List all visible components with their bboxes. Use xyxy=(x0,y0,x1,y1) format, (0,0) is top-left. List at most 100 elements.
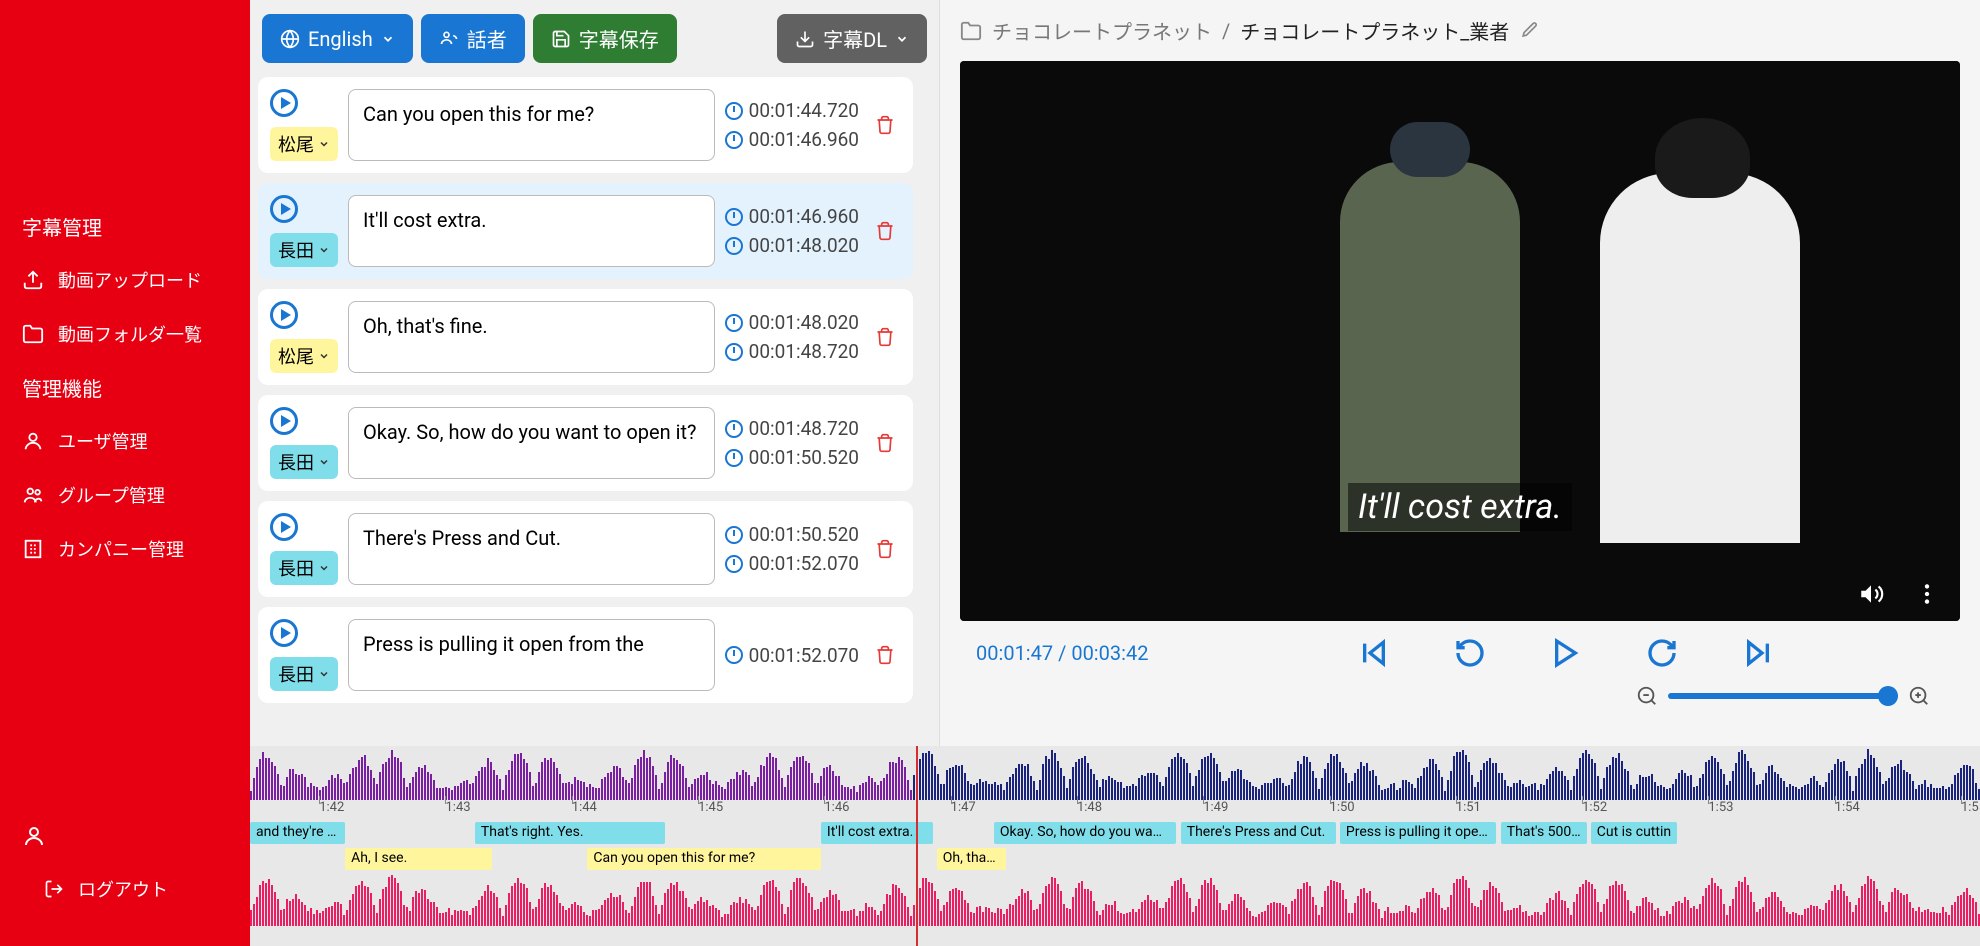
subtitle-row[interactable]: 長田 It'll cost extra. 00:01:46.960 00:01:48… xyxy=(258,183,913,279)
prev-button[interactable] xyxy=(1356,635,1392,671)
sidebar-item[interactable]: カンパニー管理 xyxy=(0,522,250,576)
zoom-slider[interactable] xyxy=(1668,693,1898,699)
delete-button[interactable] xyxy=(869,221,901,241)
timeline-segment[interactable]: Can you open this for me? xyxy=(587,848,821,870)
user-icon xyxy=(22,430,44,452)
waveform-top xyxy=(250,750,1980,800)
breadcrumb-file: チョコレートプラネット_業者 xyxy=(1240,16,1509,45)
language-select[interactable]: English xyxy=(262,14,413,63)
timeline-segment[interactable]: That's 500 yen. xyxy=(1501,822,1588,844)
logout-label: ログアウト xyxy=(78,876,168,902)
ruler-tick: 1:44 xyxy=(572,800,597,815)
segment-track-2[interactable]: Ah, I see. Can you open this for me? Oh, t… xyxy=(250,848,1980,872)
subtitle-text-input[interactable]: Can you open this for me? xyxy=(348,89,715,161)
play-segment-button[interactable] xyxy=(270,195,298,223)
start-time[interactable]: 00:01:46.960 xyxy=(725,205,859,228)
speaker-select[interactable]: 長田 xyxy=(270,551,338,585)
more-icon[interactable] xyxy=(1914,581,1940,607)
playhead-cursor[interactable] xyxy=(916,746,918,946)
timeline-segment[interactable]: Ah, I see. xyxy=(345,848,492,870)
delete-button[interactable] xyxy=(869,433,901,453)
start-time[interactable]: 00:01:50.520 xyxy=(725,523,859,546)
download-subtitle-button[interactable]: 字幕DL xyxy=(777,14,927,63)
sidebar-item[interactable]: 動画アップロード xyxy=(0,253,250,307)
end-time[interactable]: 00:01:46.960 xyxy=(725,128,859,151)
time-ruler: 1:421:431:441:451:461:471:481:491:501:51… xyxy=(250,800,1980,820)
save-subtitle-button[interactable]: 字幕保存 xyxy=(533,14,677,63)
subtitle-text-input[interactable]: Press is pulling it open from the xyxy=(348,619,715,691)
speaker-select[interactable]: 松尾 xyxy=(270,127,338,161)
ruler-tick: 1:45 xyxy=(698,800,723,815)
breadcrumb-folder[interactable]: チョコレートプラネット xyxy=(992,16,1212,45)
play-segment-button[interactable] xyxy=(270,619,298,647)
zoom-in-icon[interactable] xyxy=(1908,685,1930,707)
subtitle-text-input[interactable]: There's Press and Cut. xyxy=(348,513,715,585)
folder-icon xyxy=(960,20,982,42)
speaker-select[interactable]: 長田 xyxy=(270,445,338,479)
timeline-segment[interactable]: and they're di… xyxy=(250,822,345,844)
ruler-tick: 1:52 xyxy=(1582,800,1607,815)
play-segment-button[interactable] xyxy=(270,407,298,435)
start-time[interactable]: 00:01:48.720 xyxy=(725,417,859,440)
sidebar-item[interactable]: ユーザ管理 xyxy=(0,414,250,468)
end-time[interactable]: 00:01:50.520 xyxy=(725,446,859,469)
timeline-segment[interactable]: That's right. Yes. xyxy=(475,822,665,844)
subtitle-row[interactable]: 長田 There's Press and Cut. 00:01:50.520 00:… xyxy=(258,501,913,597)
breadcrumb: チョコレートプラネット / チョコレートプラネット_業者 xyxy=(960,16,1960,61)
ruler-tick: 1:42 xyxy=(319,800,344,815)
play-segment-button[interactable] xyxy=(270,301,298,329)
clock-icon xyxy=(725,555,743,573)
start-time[interactable]: 00:01:44.720 xyxy=(725,99,859,122)
logout-button[interactable]: ログアウト xyxy=(22,862,228,916)
subtitle-row[interactable]: 長田 Press is pulling it open from the 00:0… xyxy=(258,607,913,703)
end-time[interactable]: 00:01:48.020 xyxy=(725,234,859,257)
speaker-select[interactable]: 長田 xyxy=(270,657,338,691)
volume-icon[interactable] xyxy=(1858,581,1884,607)
delete-button[interactable] xyxy=(869,115,901,135)
user-icon xyxy=(22,824,228,848)
forward-button[interactable] xyxy=(1644,635,1680,671)
chevron-down-icon xyxy=(895,32,909,46)
delete-button[interactable] xyxy=(869,327,901,347)
player-time: 00:01:47 / 00:03:42 xyxy=(976,641,1148,665)
start-time[interactable]: 00:01:48.020 xyxy=(725,311,859,334)
rewind-button[interactable] xyxy=(1452,635,1488,671)
video-player[interactable]: It'll cost extra. xyxy=(960,61,1960,621)
sidebar: 字幕管理動画アップロード動画フォルダ一覧管理機能ユーザ管理グループ管理カンパニー… xyxy=(0,0,250,946)
timeline-segment[interactable]: There's Press and Cut. xyxy=(1181,822,1337,844)
end-time[interactable]: 00:01:52.070 xyxy=(725,552,859,575)
sidebar-item[interactable]: 動画フォルダ一覧 xyxy=(0,307,250,361)
sidebar-item[interactable]: グループ管理 xyxy=(0,468,250,522)
speaker-select[interactable]: 長田 xyxy=(270,233,338,267)
speaker-select[interactable]: 松尾 xyxy=(270,339,338,373)
subtitle-row[interactable]: 長田 Okay. So, how do you want to open it?… xyxy=(258,395,913,491)
speaker-button[interactable]: 話者 xyxy=(421,14,525,63)
ruler-tick: 1:47 xyxy=(951,800,976,815)
timeline-segment[interactable]: Oh, that's … xyxy=(937,848,1006,870)
play-segment-button[interactable] xyxy=(270,89,298,117)
end-time[interactable]: 00:01:48.720 xyxy=(725,340,859,363)
subtitle-text-input[interactable]: It'll cost extra. xyxy=(348,195,715,267)
timeline-segment[interactable]: Cut is cuttin xyxy=(1591,822,1678,844)
ruler-tick: 1:53 xyxy=(1708,800,1733,815)
timeline[interactable]: 1:421:431:441:451:461:471:481:491:501:51… xyxy=(250,746,1980,946)
start-time[interactable]: 00:01:52.070 xyxy=(725,644,859,667)
subtitle-text-input[interactable]: Oh, that's fine. xyxy=(348,301,715,373)
subtitle-row[interactable]: 松尾 Oh, that's fine. 00:01:48.020 00:01:48.… xyxy=(258,289,913,385)
play-segment-button[interactable] xyxy=(270,513,298,541)
zoom-out-icon[interactable] xyxy=(1636,685,1658,707)
video-subtitle: It'll cost extra. xyxy=(1348,483,1572,531)
subtitle-rows[interactable]: 松尾 Can you open this for me? 00:01:44.720… xyxy=(258,77,931,738)
subtitle-text-input[interactable]: Okay. So, how do you want to open it? xyxy=(348,407,715,479)
timeline-segment[interactable]: Okay. So, how do you want to … xyxy=(994,822,1176,844)
next-button[interactable] xyxy=(1740,635,1776,671)
timeline-segment[interactable]: Press is pulling it open fro… xyxy=(1340,822,1496,844)
delete-button[interactable] xyxy=(869,645,901,665)
clock-icon xyxy=(725,131,743,149)
play-button[interactable] xyxy=(1548,635,1584,671)
segment-track-1[interactable]: and they're di…That's right. Yes.It'll c… xyxy=(250,822,1980,846)
clock-icon xyxy=(725,237,743,255)
delete-button[interactable] xyxy=(869,539,901,559)
edit-icon[interactable] xyxy=(1519,21,1539,41)
subtitle-row[interactable]: 松尾 Can you open this for me? 00:01:44.720… xyxy=(258,77,913,173)
